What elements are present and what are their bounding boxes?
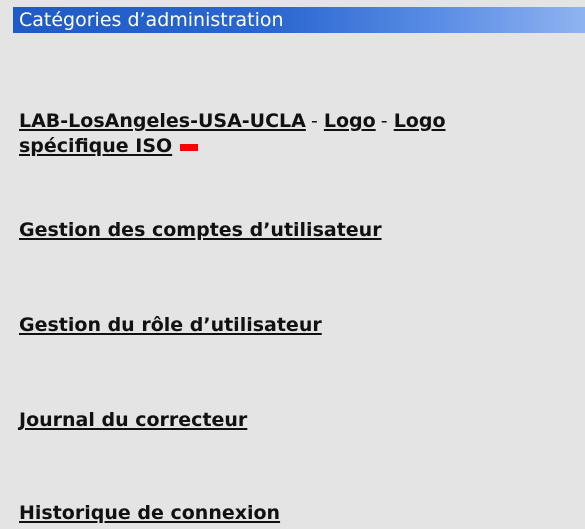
- separator: -: [310, 110, 324, 132]
- login-history-link[interactable]: Historique de connexion: [19, 502, 280, 524]
- list-item: Historique de connexion: [19, 502, 280, 525]
- user-accounts-link[interactable]: Gestion des comptes d’utilisateur: [19, 219, 382, 241]
- separator: -: [380, 110, 394, 132]
- lab-row-continued: spécifique ISO: [19, 135, 199, 158]
- admin-categories-panel: Catégories d’administration LAB-LosAngel…: [0, 0, 585, 529]
- panel-title: Catégories d’administration: [19, 9, 284, 31]
- user-role-link[interactable]: Gestion du rôle d’utilisateur: [19, 314, 322, 336]
- panel-header: Catégories d’administration: [13, 7, 585, 33]
- logo-iso-link[interactable]: Logo: [394, 110, 446, 132]
- logo-link[interactable]: Logo: [324, 110, 376, 132]
- lab-row: LAB-LosAngeles-USA-UCLA - Logo - Logo: [19, 110, 446, 133]
- corrector-log-link[interactable]: Journal du correcteur: [19, 409, 247, 431]
- list-item: Journal du correcteur: [19, 409, 247, 432]
- lab-link[interactable]: LAB-LosAngeles-USA-UCLA: [19, 110, 306, 132]
- list-item: Gestion des comptes d’utilisateur: [19, 219, 382, 242]
- logo-iso-link[interactable]: spécifique ISO: [19, 135, 172, 157]
- status-flag-icon: [180, 144, 199, 151]
- list-item: Gestion du rôle d’utilisateur: [19, 314, 322, 337]
